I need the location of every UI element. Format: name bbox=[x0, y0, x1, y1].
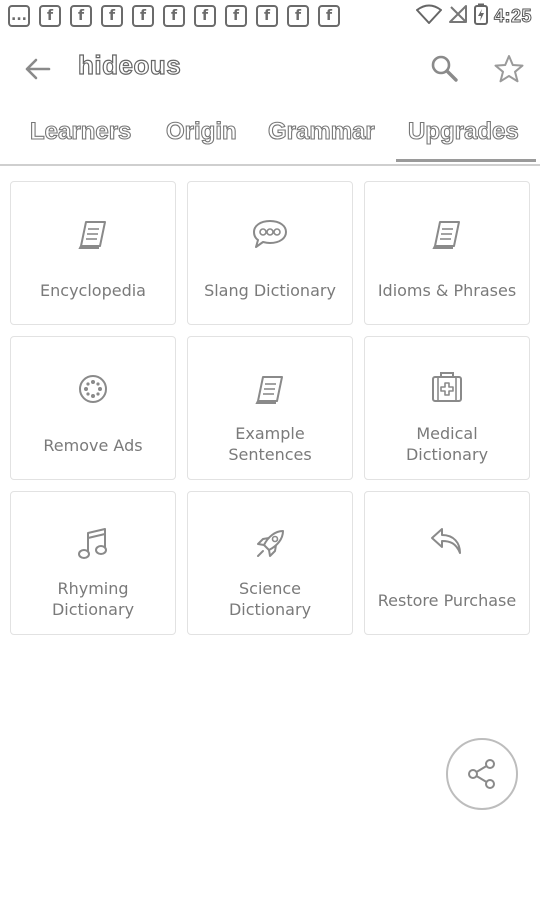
facebook-notification-icon: f bbox=[225, 5, 247, 27]
status-time: 4:25 bbox=[493, 5, 532, 26]
upgrade-encyclopedia[interactable]: Encyclopedia bbox=[10, 181, 176, 325]
battery-charging-icon bbox=[473, 3, 488, 29]
tab-bar: Learners Origin Grammar Upgrades bbox=[0, 112, 540, 166]
upgrade-label: Encyclopedia bbox=[40, 281, 146, 300]
upgrade-label: Slang Dictionary bbox=[204, 281, 336, 300]
search-icon bbox=[431, 55, 458, 82]
book-icon bbox=[427, 214, 467, 254]
tab-learners[interactable]: Learners bbox=[29, 117, 131, 146]
more-notifications-icon: ... bbox=[8, 5, 30, 27]
tab-grammar[interactable]: Grammar bbox=[267, 117, 375, 146]
facebook-notification-icon: f bbox=[318, 5, 340, 27]
status-bar-right: 4:25 bbox=[415, 3, 532, 29]
remove-ads-icon bbox=[73, 369, 113, 409]
selected-tab-indicator bbox=[396, 159, 536, 162]
facebook-notification-icon: f bbox=[101, 5, 123, 27]
tab-upgrades[interactable]: Upgrades bbox=[407, 117, 519, 146]
screen: ... f f f f f f f f f f f 4:25 bbox=[0, 0, 540, 897]
book-icon bbox=[250, 369, 290, 409]
upgrade-label: Medical Dictionary bbox=[405, 424, 489, 464]
share-button[interactable] bbox=[446, 738, 518, 810]
book-icon bbox=[73, 214, 113, 254]
app-bar: hideous bbox=[0, 36, 540, 100]
upgrade-label: Idioms & Phrases bbox=[377, 281, 517, 300]
medical-kit-icon bbox=[427, 367, 467, 407]
facebook-notification-icon: f bbox=[39, 5, 61, 27]
back-arrow-icon bbox=[25, 58, 51, 80]
upgrade-remove-ads[interactable]: Remove Ads bbox=[10, 336, 176, 480]
tab-divider bbox=[0, 164, 540, 166]
back-button[interactable] bbox=[18, 50, 56, 88]
star-icon bbox=[494, 55, 524, 83]
page-title: hideous bbox=[77, 49, 182, 80]
facebook-notification-icon: f bbox=[132, 5, 154, 27]
facebook-notification-icon: f bbox=[163, 5, 185, 27]
search-button[interactable] bbox=[424, 48, 464, 88]
upgrade-idioms-phrases[interactable]: Idioms & Phrases bbox=[364, 181, 530, 325]
upgrade-label: Science Dictionary bbox=[228, 579, 312, 619]
upgrade-label: Remove Ads bbox=[43, 436, 143, 455]
upgrade-science-dictionary[interactable]: Science Dictionary bbox=[187, 491, 353, 635]
status-bar: ... f f f f f f f f f f f 4:25 bbox=[0, 0, 540, 32]
no-signal-icon bbox=[448, 4, 468, 28]
upgrade-restore-purchase[interactable]: Restore Purchase bbox=[364, 491, 530, 635]
rocket-icon bbox=[250, 524, 290, 564]
upgrade-rhyming-dictionary[interactable]: Rhyming Dictionary bbox=[10, 491, 176, 635]
wifi-icon bbox=[415, 4, 442, 28]
upgrade-label: Rhyming Dictionary bbox=[51, 579, 135, 619]
undo-arrow-icon bbox=[427, 522, 467, 562]
facebook-notification-icon: f bbox=[194, 5, 216, 27]
favorite-button[interactable] bbox=[488, 48, 530, 90]
speech-bubble-icon bbox=[250, 214, 290, 254]
upgrade-slang-dictionary[interactable]: Slang Dictionary bbox=[187, 181, 353, 325]
music-note-icon bbox=[73, 524, 113, 564]
upgrade-label: Restore Purchase bbox=[377, 591, 517, 610]
upgrade-example-sentences[interactable]: Example Sentences bbox=[187, 336, 353, 480]
upgrade-label: Example Sentences bbox=[228, 424, 312, 464]
facebook-notification-icon: f bbox=[256, 5, 278, 27]
facebook-notification-icon: f bbox=[287, 5, 309, 27]
tab-origin[interactable]: Origin bbox=[165, 117, 237, 146]
facebook-notification-icon: f bbox=[70, 5, 92, 27]
share-icon bbox=[468, 759, 495, 789]
upgrade-medical-dictionary[interactable]: Medical Dictionary bbox=[364, 336, 530, 480]
